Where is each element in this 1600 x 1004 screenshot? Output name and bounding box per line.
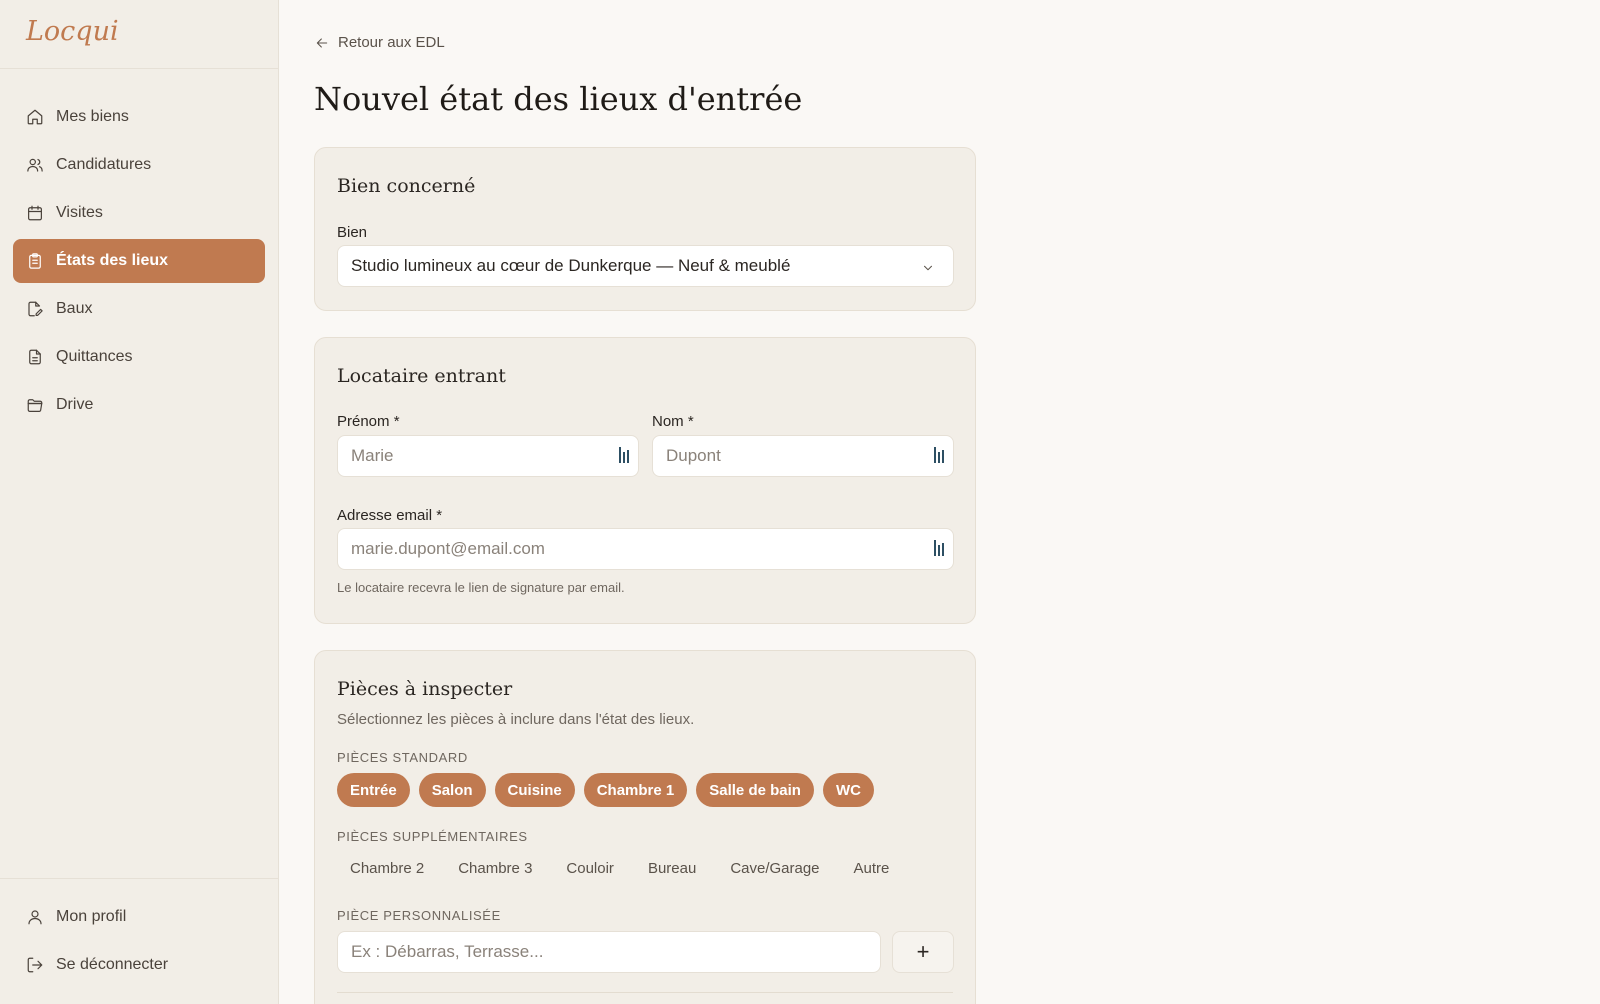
- user-icon: [26, 908, 44, 926]
- pieces-subtitle: Sélectionnez les pièces à inclure dans l…: [337, 711, 695, 728]
- custom-piece-placeholder: Ex : Débarras, Terrasse...: [351, 942, 544, 961]
- document-edit-icon: [26, 300, 44, 318]
- card-divider: [337, 992, 953, 993]
- sidebar-item-label: Drive: [56, 396, 94, 413]
- nom-label: Nom *: [652, 413, 694, 430]
- chip-salle-de-bain[interactable]: Salle de bain: [696, 773, 814, 807]
- nom-input[interactable]: Dupont: [652, 435, 954, 477]
- email-input[interactable]: marie.dupont@email.com: [337, 528, 954, 570]
- sidebar: Locqui Mes biens Candidatures Visites Ét…: [0, 0, 279, 1004]
- standard-chips: Entrée Salon Cuisine Chambre 1 Salle de …: [337, 773, 874, 807]
- receipt-icon: [26, 348, 44, 366]
- extra-chips: Chambre 2 Chambre 3 Couloir Bureau Cave/…: [337, 851, 902, 885]
- chip-chambre-2[interactable]: Chambre 2: [337, 851, 437, 885]
- sidebar-item-etats-des-lieux[interactable]: États des lieux: [13, 239, 265, 283]
- custom-piece-input[interactable]: Ex : Débarras, Terrasse...: [337, 931, 881, 973]
- pieces-card-title: Pièces à inspecter: [337, 678, 513, 700]
- back-link-label: Retour aux EDL: [338, 34, 445, 51]
- email-placeholder: marie.dupont@email.com: [351, 539, 545, 558]
- prenom-label: Prénom *: [337, 413, 400, 430]
- chip-salon[interactable]: Salon: [418, 773, 486, 807]
- chip-chambre-3[interactable]: Chambre 3: [445, 851, 545, 885]
- sidebar-item-label: Mes biens: [56, 108, 129, 125]
- sidebar-item-mes-biens[interactable]: Mes biens: [13, 95, 265, 139]
- prenom-placeholder: Marie: [351, 446, 394, 465]
- chevron-down-icon: [921, 260, 935, 274]
- sidebar-item-visites[interactable]: Visites: [13, 191, 265, 235]
- main-content: Retour aux EDL Nouvel état des lieux d'e…: [280, 0, 1600, 1004]
- email-hint: Le locataire recevra le lien de signatur…: [337, 580, 625, 595]
- email-label: Adresse email *: [337, 507, 443, 524]
- extra-section-label: PIÈCES SUPPLÉMENTAIRES: [337, 829, 528, 844]
- sidebar-item-label: Visites: [56, 204, 103, 221]
- sidebar-item-mon-profil[interactable]: Mon profil: [13, 895, 265, 939]
- calendar-icon: [26, 204, 44, 222]
- chip-cuisine[interactable]: Cuisine: [494, 773, 575, 807]
- bien-card-title: Bien concerné: [337, 175, 476, 197]
- chip-cave-garage[interactable]: Cave/Garage: [717, 851, 832, 885]
- folder-icon: [26, 396, 44, 414]
- sidebar-item-drive[interactable]: Drive: [13, 383, 265, 427]
- sidebar-divider: [0, 68, 278, 69]
- locataire-card-title: Locataire entrant: [337, 365, 506, 387]
- password-manager-icon[interactable]: [934, 540, 948, 558]
- prenom-input[interactable]: Marie: [337, 435, 639, 477]
- sidebar-item-candidatures[interactable]: Candidatures: [13, 143, 265, 187]
- chip-bureau[interactable]: Bureau: [635, 851, 709, 885]
- page-title: Nouvel état des lieux d'entrée: [314, 80, 803, 118]
- sidebar-item-label: Candidatures: [56, 156, 152, 173]
- bien-selected-value: Studio lumineux au cœur de Dunkerque — N…: [351, 256, 791, 275]
- back-link[interactable]: Retour aux EDL: [314, 34, 445, 51]
- sidebar-item-label: États des lieux: [56, 252, 169, 269]
- standard-section-label: PIÈCES STANDARD: [337, 750, 468, 765]
- chip-wc[interactable]: WC: [822, 773, 874, 807]
- sidebar-item-label: Mon profil: [56, 908, 127, 925]
- bien-label: Bien: [337, 224, 368, 241]
- chip-chambre-1[interactable]: Chambre 1: [583, 773, 688, 807]
- users-icon: [26, 156, 44, 174]
- sidebar-footer-divider: [0, 878, 278, 879]
- chip-autre[interactable]: Autre: [841, 851, 903, 885]
- chip-entree[interactable]: Entrée: [337, 773, 410, 807]
- logout-icon: [26, 956, 44, 974]
- home-icon: [26, 108, 44, 126]
- add-piece-button[interactable]: +: [892, 931, 954, 973]
- bien-select[interactable]: Studio lumineux au cœur de Dunkerque — N…: [337, 245, 954, 287]
- custom-section-label: PIÈCE PERSONNALISÉE: [337, 908, 501, 923]
- password-manager-icon[interactable]: [934, 447, 948, 465]
- sidebar-item-label: Quittances: [56, 348, 133, 365]
- sidebar-item-baux[interactable]: Baux: [13, 287, 265, 331]
- sidebar-item-logout[interactable]: Se déconnecter: [13, 943, 265, 987]
- app-logo[interactable]: Locqui: [26, 16, 119, 47]
- nom-placeholder: Dupont: [666, 446, 721, 465]
- password-manager-icon[interactable]: [619, 447, 633, 465]
- chip-couloir[interactable]: Couloir: [553, 851, 627, 885]
- arrow-left-icon: [316, 37, 328, 48]
- pieces-card: Pièces à inspecter Sélectionnez les pièc…: [314, 650, 976, 1004]
- sidebar-item-label: Baux: [56, 300, 93, 317]
- locataire-card: Locataire entrant Prénom * Marie Nom * D…: [314, 337, 976, 624]
- clipboard-icon: [26, 252, 44, 270]
- sidebar-item-label: Se déconnecter: [56, 956, 169, 973]
- sidebar-item-quittances[interactable]: Quittances: [13, 335, 265, 379]
- bien-card: Bien concerné Bien Studio lumineux au cœ…: [314, 147, 976, 311]
